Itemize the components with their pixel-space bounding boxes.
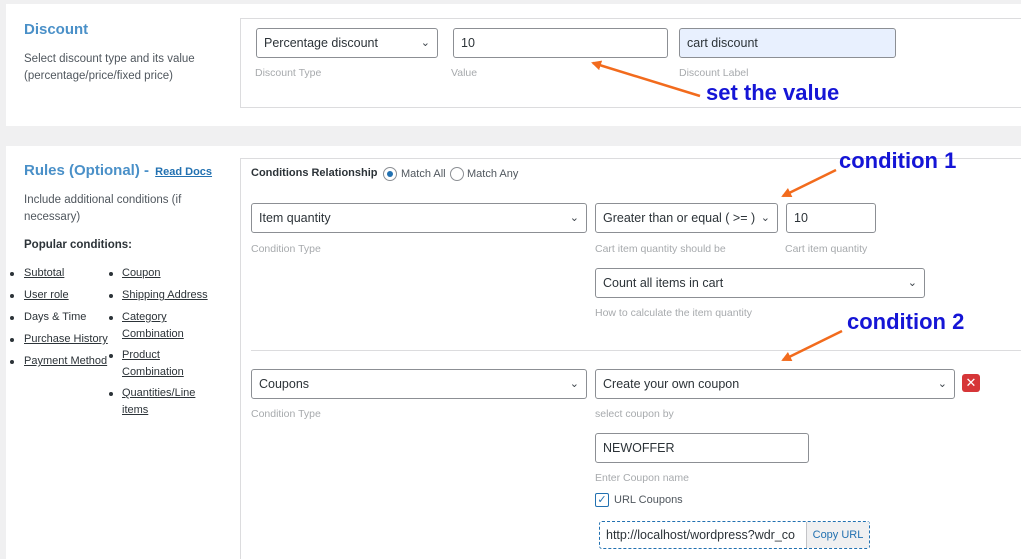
annotation-condition2: condition 2	[847, 309, 965, 334]
annotation-arrows	[591, 60, 843, 362]
arrow-set-value	[591, 60, 701, 98]
arrow-condition1	[781, 168, 837, 198]
annotation-condition1: condition 1	[839, 148, 957, 173]
arrow-condition2	[781, 329, 843, 362]
annotation-set-value: set the value	[706, 80, 840, 105]
